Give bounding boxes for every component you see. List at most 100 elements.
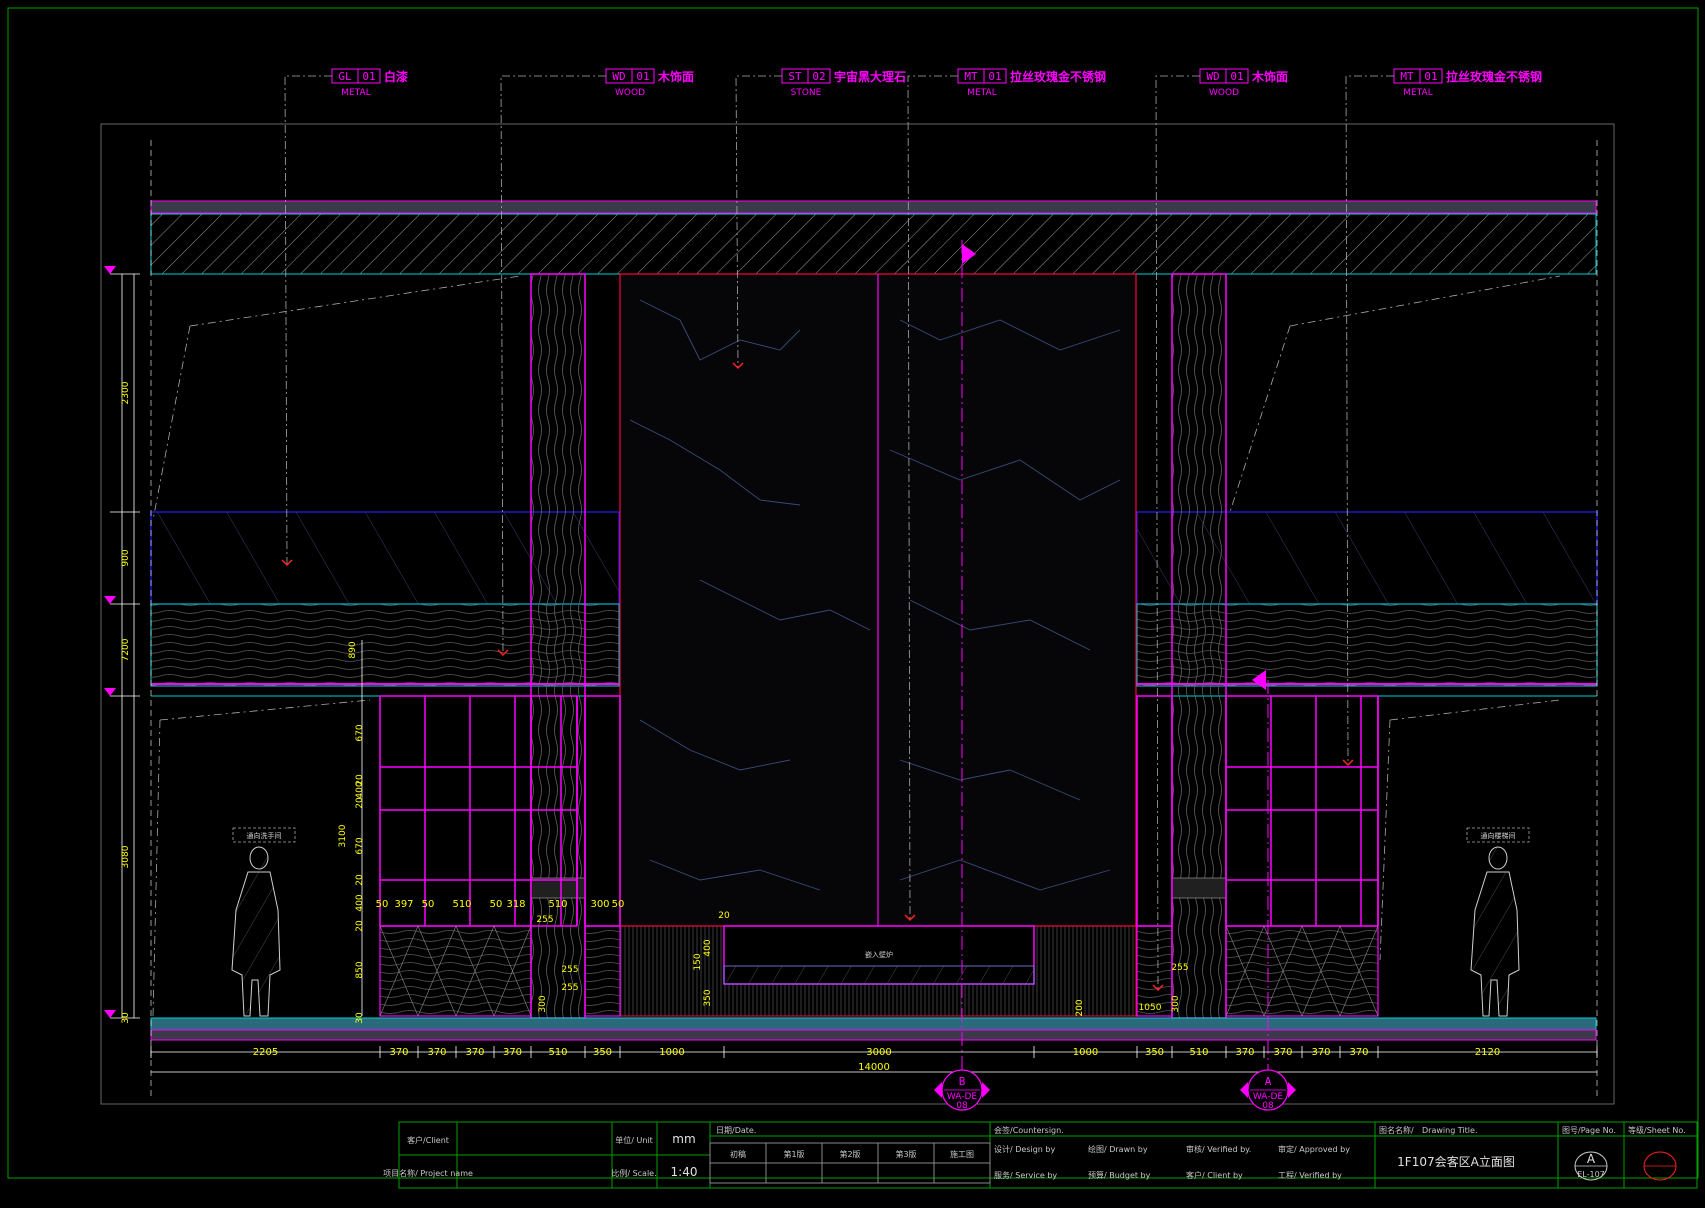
dimension-label: 300 bbox=[538, 995, 548, 1012]
human-figure-left bbox=[231, 846, 281, 1017]
human-figure-right bbox=[1470, 846, 1520, 1017]
section-marker-b: BWA-DE08 bbox=[934, 1069, 990, 1111]
dimension-label: 200 bbox=[1075, 999, 1085, 1016]
dimension-label: 2120 bbox=[1475, 1047, 1500, 1058]
drawing-title-label: 图名名称/ bbox=[1379, 1125, 1414, 1135]
callout-number: 01 bbox=[988, 70, 1001, 83]
dimension-label: 50 bbox=[612, 899, 625, 910]
callout-category: METAL bbox=[341, 88, 370, 98]
dimension-label: 370 bbox=[465, 1047, 484, 1058]
revision-stage-label: 初稿 bbox=[730, 1149, 746, 1159]
project-label: 项目名称/ Project name bbox=[383, 1168, 473, 1178]
dimension-label: 400 bbox=[703, 939, 713, 956]
callout-code: WD bbox=[1206, 70, 1219, 83]
callout-category: METAL bbox=[1403, 88, 1432, 98]
floor-strip bbox=[150, 1017, 1597, 1031]
service-by: 服务/ Service by bbox=[994, 1170, 1057, 1180]
unit-label: 单位/ Unit bbox=[615, 1135, 653, 1145]
callout-category: METAL bbox=[967, 88, 996, 98]
revision-stage-label: 第1版 bbox=[783, 1149, 804, 1159]
drawing-title: 1F107会客区A立面图 bbox=[1397, 1154, 1515, 1169]
dimension-label: 397 bbox=[394, 899, 413, 910]
approved-by: 审定/ Approved by bbox=[1278, 1144, 1350, 1154]
drawing-title-label-en: Drawing Title. bbox=[1422, 1126, 1478, 1135]
dimension-label: 350 bbox=[703, 989, 713, 1006]
revision-stage-label: 第2版 bbox=[839, 1149, 860, 1159]
dimension-label: 255 bbox=[561, 965, 578, 975]
note-left: 通向洗手间 bbox=[247, 831, 282, 840]
fireplace-note: 嵌入壁炉 bbox=[865, 950, 893, 959]
dimension-label: 1000 bbox=[659, 1047, 684, 1058]
dimension-label: 400 bbox=[355, 781, 365, 798]
dimension-label: 30 bbox=[121, 1012, 131, 1024]
dimension-label: 370 bbox=[1349, 1047, 1368, 1058]
section-sheet: 08 bbox=[956, 1101, 968, 1111]
section-letter: B bbox=[959, 1075, 966, 1088]
dimension-label: 20 bbox=[718, 911, 730, 921]
page-label: 图号/Page No. bbox=[1562, 1126, 1616, 1135]
dimension-label: 400 bbox=[355, 894, 365, 911]
dimension-label: 20 bbox=[355, 920, 365, 932]
callout-number: 01 bbox=[1424, 70, 1437, 83]
dimension-label: 318 bbox=[506, 899, 525, 910]
dimension-label: 1050 bbox=[1139, 1003, 1162, 1013]
design-by: 设计/ Design by bbox=[994, 1144, 1055, 1154]
date-label: 日期/Date. bbox=[716, 1126, 756, 1135]
revision-stage-label: 施工图 bbox=[950, 1149, 974, 1159]
dimension-label: 3100 bbox=[338, 824, 348, 847]
callout-category: WOOD bbox=[1209, 88, 1239, 98]
callout-code: MT bbox=[964, 70, 978, 83]
dimension-label: 510 bbox=[1189, 1047, 1208, 1058]
callout-material-name: 拉丝玫瑰金不锈钢 bbox=[1010, 69, 1106, 84]
callout-1: GL 01 白漆 METAL bbox=[281, 68, 408, 567]
dimension-label: 50 bbox=[422, 899, 435, 910]
revision-stage-label: 第3版 bbox=[895, 1149, 916, 1159]
callout-material-name: 拉丝玫瑰金不锈钢 bbox=[1446, 69, 1542, 84]
dimension-label: 20 bbox=[355, 797, 365, 809]
callout-code: MT bbox=[1400, 70, 1414, 83]
dimension-label: 670 bbox=[355, 837, 365, 854]
page-letter: A bbox=[1587, 1152, 1596, 1166]
cabinet-base-right bbox=[1225, 925, 1379, 1017]
elevation-drawing: 嵌入壁炉 通向洗手间 通向楼梯间 GL 01 白漆METALWD 01 木饰面W… bbox=[7, 7, 1699, 1189]
scale-value: 1:40 bbox=[671, 1165, 698, 1179]
callout-number: 01 bbox=[362, 70, 375, 83]
dimension-label: 2300 bbox=[121, 381, 131, 404]
cad-drawing-sheet: 嵌入壁炉 通向洗手间 通向楼梯间 GL 01 白漆 METAL WD 01 木饰… bbox=[0, 0, 1705, 1208]
dimension-label: 3000 bbox=[866, 1047, 891, 1058]
callout-material-name: 白漆 bbox=[384, 69, 408, 84]
dimension-label: 670 bbox=[355, 724, 365, 741]
dimension-label: 255 bbox=[536, 915, 553, 925]
unit-value: mm bbox=[672, 1132, 695, 1146]
dimension-label: 7200 bbox=[121, 638, 131, 661]
wood-column-right bbox=[1171, 273, 1227, 1019]
dimension-label: 370 bbox=[1311, 1047, 1330, 1058]
callout-code: ST bbox=[788, 70, 802, 83]
dimension-label: 850 bbox=[355, 961, 365, 978]
dimension-label: 510 bbox=[548, 899, 567, 910]
dimension-label: 2205 bbox=[253, 1047, 278, 1058]
dimension-label: 50 bbox=[490, 899, 503, 910]
countersign-label: 会签/Countersign. bbox=[994, 1125, 1064, 1135]
dimension-label: 150 bbox=[693, 953, 703, 970]
callout-material-name: 木饰面 bbox=[1251, 69, 1288, 84]
callout-code: GL bbox=[338, 70, 352, 83]
dimension-label: 890 bbox=[348, 641, 358, 658]
callout-number: 01 bbox=[1230, 70, 1243, 83]
callout-category: WOOD bbox=[615, 88, 645, 98]
dimension-label: 255 bbox=[1171, 963, 1188, 973]
dimension-label: 370 bbox=[503, 1047, 522, 1058]
sheet-label: 等级/Sheet No. bbox=[1628, 1125, 1686, 1135]
dimension-label: 255 bbox=[561, 983, 578, 993]
ceiling-hatch bbox=[150, 213, 1597, 275]
dimension-label: 370 bbox=[1235, 1047, 1254, 1058]
dimension-label: 370 bbox=[427, 1047, 446, 1058]
drawn-by: 绘图/ Drawn by bbox=[1088, 1144, 1148, 1154]
client-label: 客户/Client bbox=[407, 1135, 449, 1145]
dimension-label: 300 bbox=[590, 899, 609, 910]
dimension-label: 350 bbox=[593, 1047, 612, 1058]
dimension-label: 510 bbox=[548, 1047, 567, 1058]
page-number: EL-107 bbox=[1577, 1170, 1605, 1179]
dimension-label: 30 bbox=[355, 1012, 365, 1024]
dimension-label: 50 bbox=[376, 899, 389, 910]
